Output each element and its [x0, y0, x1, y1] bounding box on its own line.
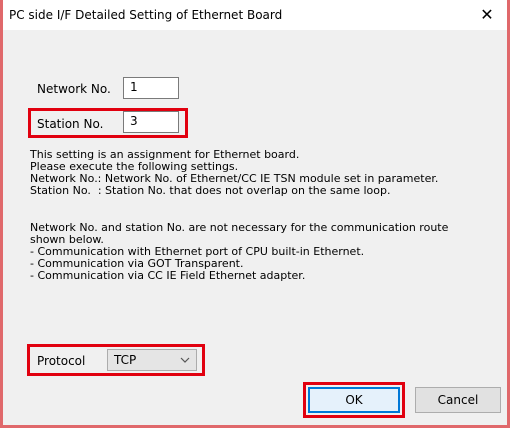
- protocol-select[interactable]: TCP: [107, 349, 197, 371]
- protocol-selected-value: TCP: [114, 353, 137, 367]
- description-line: - Communication via CC IE Field Ethernet…: [30, 269, 306, 282]
- ok-button[interactable]: OK: [308, 387, 400, 413]
- dialog-title: PC side I/F Detailed Setting of Ethernet…: [9, 8, 283, 22]
- protocol-label: Protocol: [37, 354, 86, 368]
- title-bar: PC side I/F Detailed Setting of Ethernet…: [3, 0, 507, 30]
- chevron-down-icon: [180, 351, 190, 372]
- ethernet-settings-dialog: PC side I/F Detailed Setting of Ethernet…: [0, 0, 510, 428]
- station-no-input[interactable]: 3: [123, 111, 179, 133]
- station-no-label: Station No.: [37, 117, 104, 131]
- close-icon[interactable]: ✕: [467, 0, 507, 30]
- network-no-label: Network No.: [37, 82, 111, 96]
- network-no-input[interactable]: 1: [123, 77, 179, 99]
- cancel-button[interactable]: Cancel: [415, 387, 501, 413]
- description-line: Station No. : Station No. that does not …: [30, 184, 391, 197]
